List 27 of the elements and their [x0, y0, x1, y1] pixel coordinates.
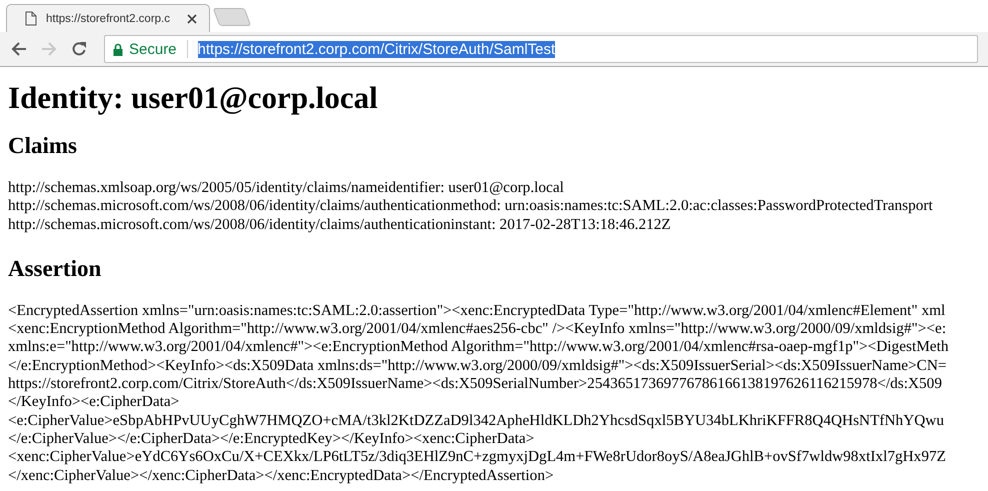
text-line: http://schemas.microsoft.com/ws/2008/06/identity/claims/authenticationinstant: 2017-02-28T13:18:46.212Z	[8, 216, 671, 234]
close-icon[interactable]	[187, 14, 197, 24]
text-line: <EncryptedAssertion xmlns="urn:oasis:names:tc:SAML:2.0:assertion"><xenc:EncryptedData Type="http://www.w3.org/2001/04/xmlenc#Element" xml	[8, 302, 946, 320]
page-icon	[25, 11, 37, 26]
text-line: <xenc:EncryptionMethod Algorithm="http://www.w3.org/2001/04/xmlenc#aes256-cbc" /><KeyInfo xmlns="http://www.w3.org/2000/09/xmldsig#"><e:	[8, 320, 946, 338]
text-line: </xenc:CipherValue></xenc:CipherData></xenc:EncryptedData></EncryptedAssertion>	[8, 466, 554, 485]
text-line: http://schemas.xmlsoap.org/ws/2005/05/identity/claims/nameidentifier: user01@corp.local	[8, 179, 564, 198]
text-line: </e:EncryptionMethod><KeyInfo><ds:X509Data xmlns:ds="http://www.w3.org/2000/09/xmldsig#"><ds:X509IssuerSerial><ds:X509IssuerName>CN=	[8, 356, 947, 376]
address-bar[interactable]: Secure https://storefront2.corp.com/Citrix/StoreAuth/SamlTest	[104, 35, 978, 63]
tab-title: https://storefront2.corp.c	[46, 12, 172, 24]
section-heading: Assertion	[8, 256, 102, 282]
browser-tab[interactable]: https://storefront2.corp.c	[6, 4, 210, 32]
url-text: https://storefront2.corp.com/Citrix/StoreAuth/SamlTest	[198, 40, 556, 58]
forward-arrow-icon	[41, 41, 57, 57]
text-line: </e:CipherValue></e:CipherData></e:EncryptedKey></KeyInfo><xenc:CipherData>	[8, 430, 534, 448]
reload-icon	[71, 41, 87, 57]
text-line: <e:CipherValue>eSbpAbHPvUUyCghW7HMQZO+cMA/t3kl2KtDZZaD9l342ApheHldKLDh2YhcsdSqxl5BYU34bLKhriKFFR8Q4QHsNTfNhYQwu	[8, 412, 944, 430]
text-line: </KeyInfo><e:CipherData>	[8, 393, 180, 412]
page-title: Identity: user01@corp.local	[8, 80, 379, 116]
text-line: https://storefront2.corp.com/Citrix/StoreAuth</ds:X509IssuerName><ds:X509SerialNumber>25436517369776786166138197626116215978</ds:X509	[8, 375, 942, 394]
section-heading: Claims	[8, 133, 78, 159]
text-line: xmlns:e="http://www.w3.org/2001/04/xmlenc#"><e:EncryptionMethod Algorithm="http://www.w3.org/2001/04/xmlenc#rsa-oaep-mgf1p"><DigestMeth	[8, 338, 948, 357]
text-line: <xenc:CipherValue>eYdC6Ys6OxCu/X+CEXkx/LP6tLT5z/3diq3EHlZ9nC+zgmyxjDgL4m+FWe8rUdor8oyS/A8eaJGhlB+ovSf7wldw98xtIxl7gHx97Z	[8, 448, 946, 467]
lock-icon	[113, 42, 123, 56]
back-arrow-icon	[11, 41, 27, 57]
secure-label: Secure	[129, 40, 177, 58]
text-line: http://schemas.microsoft.com/ws/2008/06/identity/claims/authenticationmethod: urn:oasis:names:tc:SAML:2.0:ac:classes:PasswordProtectedTransport	[8, 197, 933, 216]
